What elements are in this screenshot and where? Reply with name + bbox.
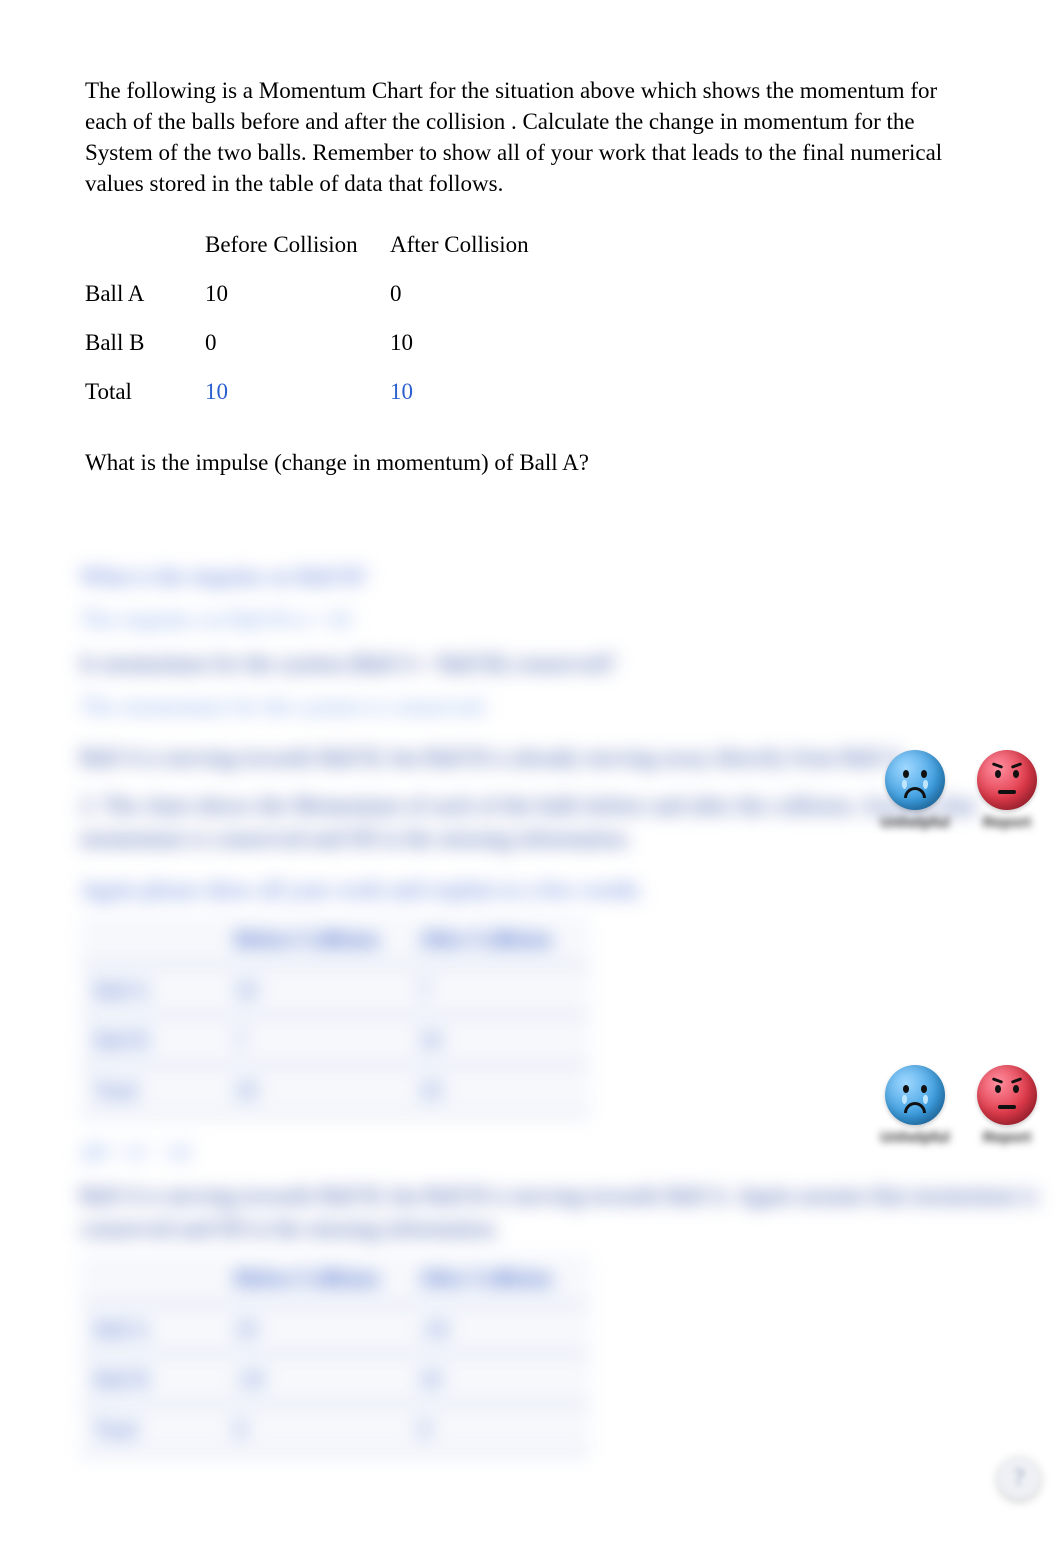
row-total-before: 10: [205, 376, 390, 407]
row-ball-b-label: Ball B: [85, 327, 205, 358]
obscured-line: Is momentum for the system (Ball A + Bal…: [80, 647, 1062, 680]
row-ball-a-label: Ball A: [85, 278, 205, 309]
obscured-table-2: Before Collision After Collision Ball A …: [80, 1254, 590, 1455]
help-button[interactable]: ?: [998, 1457, 1040, 1499]
momentum-chart-table: Before Collision After Collision Ball A …: [85, 229, 977, 407]
row-ball-a-before: 10: [205, 278, 390, 309]
obscured-line: The momentum for the system is conserved…: [80, 690, 1062, 723]
obscured-th: After Collision: [406, 1254, 590, 1304]
angry-face-icon: [977, 1065, 1037, 1125]
reaction-label: Unhelpful: [880, 814, 949, 831]
obscured-td: 10: [221, 965, 405, 1015]
obscured-th: Before Collision: [221, 1254, 405, 1304]
obscured-td: -10: [221, 1354, 405, 1404]
reaction-label: Report: [983, 1129, 1031, 1146]
sad-face-icon: [885, 750, 945, 810]
sad-face-icon: [885, 1065, 945, 1125]
obscured-td: ?: [221, 1015, 405, 1065]
obscured-td: ?: [406, 965, 590, 1015]
obscured-line: Again please show all your work and expl…: [80, 873, 1062, 906]
reaction-unhelpful-button[interactable]: Unhelpful: [880, 750, 950, 831]
obscured-td: Total: [80, 1065, 221, 1115]
obscured-line: What is the impulse on Ball B?: [80, 560, 1062, 593]
locked-content-preview: What is the impulse on Ball B? The impul…: [80, 550, 1062, 1475]
question-mark-icon: ?: [1014, 1465, 1025, 1492]
angry-face-icon: [977, 750, 1037, 810]
reaction-bar-1: Unhelpful Report: [880, 750, 1042, 831]
reaction-label: Unhelpful: [880, 1129, 949, 1146]
obscured-td: 10: [406, 1354, 590, 1404]
obscured-td: -10: [406, 1304, 590, 1354]
reaction-report-button[interactable]: Report: [972, 750, 1042, 831]
table-header-after: After Collision: [390, 229, 575, 260]
reaction-bar-2: Unhelpful Report: [880, 1065, 1042, 1146]
row-ball-a-after: 0: [390, 278, 575, 309]
obscured-th: Before Collision: [221, 915, 405, 965]
obscured-td: 0: [221, 1404, 405, 1454]
obscured-td: Ball A: [80, 1304, 221, 1354]
obscured-td: Total: [80, 1404, 221, 1454]
obscured-td: 10: [406, 1015, 590, 1065]
table-header-before: Before Collision: [205, 229, 390, 260]
obscured-line: Ball A is moving towards Ball B, but Bal…: [80, 1179, 1062, 1246]
question-impulse-ball-a: What is the impulse (change in momentum)…: [85, 447, 977, 478]
reaction-report-button[interactable]: Report: [972, 1065, 1042, 1146]
obscured-table-1: Before Collision After Collision Ball A …: [80, 915, 590, 1116]
reaction-label: Report: [983, 814, 1031, 831]
obscured-td: Ball B: [80, 1015, 221, 1065]
obscured-td: 10: [221, 1304, 405, 1354]
obscured-td: 10: [221, 1065, 405, 1115]
row-total-after: 10: [390, 376, 575, 407]
intro-paragraph: The following is a Momentum Chart for th…: [85, 75, 975, 199]
obscured-td: Ball A: [80, 965, 221, 1015]
table-header-empty: [85, 229, 205, 260]
obscured-line: The impulse on Ball B is +10: [80, 603, 1062, 636]
reaction-unhelpful-button[interactable]: Unhelpful: [880, 1065, 950, 1146]
obscured-td: 10: [406, 1065, 590, 1115]
obscured-td: Ball B: [80, 1354, 221, 1404]
obscured-th: [80, 1254, 221, 1304]
obscured-th: After Collision: [406, 915, 590, 965]
row-total-label: Total: [85, 376, 205, 407]
obscured-td: 0: [406, 1404, 590, 1454]
obscured-th: [80, 915, 221, 965]
row-ball-b-after: 10: [390, 327, 575, 358]
row-ball-b-before: 0: [205, 327, 390, 358]
